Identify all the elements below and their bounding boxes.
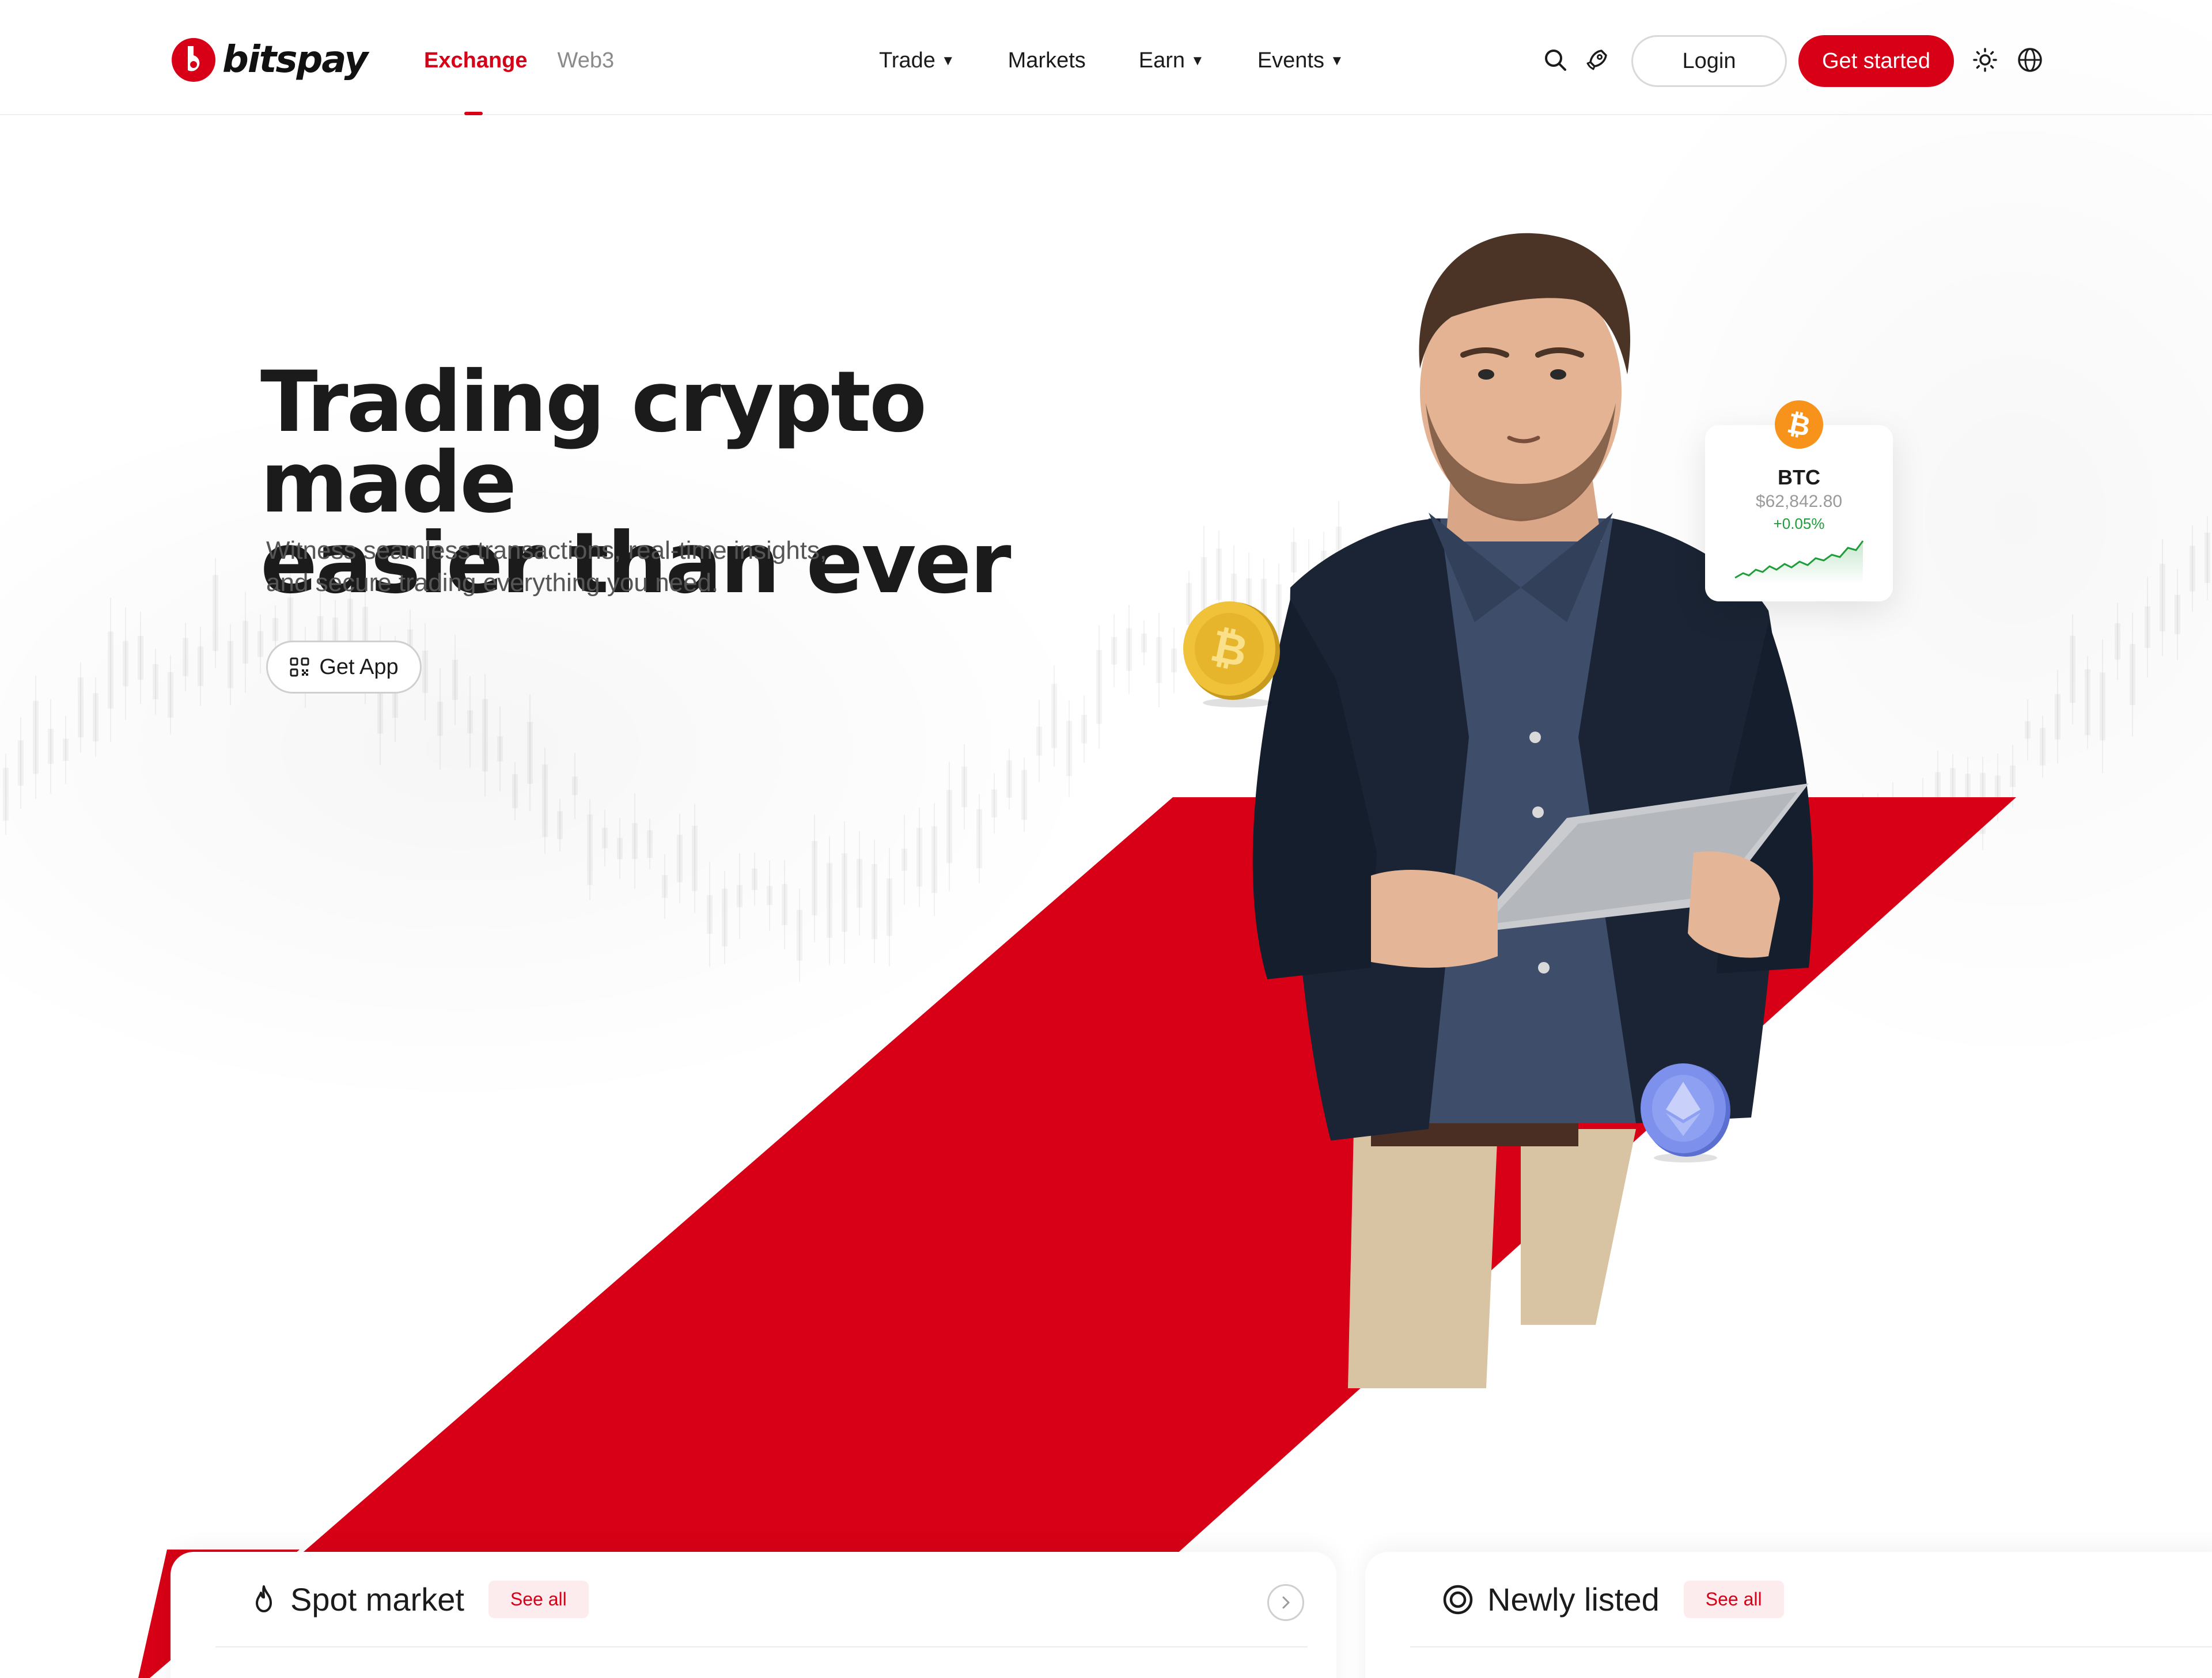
active-tab-indicator [464, 112, 483, 115]
brand-name: bitspay [222, 39, 368, 81]
get-app-label: Get App [319, 654, 399, 679]
chevron-down-icon: ▼ [1191, 52, 1205, 69]
menu-trade-label: Trade [879, 48, 935, 73]
bitspay-logo[interactable]: bitspay [171, 36, 368, 84]
bitcoin-coin-decoration: ₿ [1183, 601, 1280, 707]
ticker-change: +0.05% [1773, 515, 1825, 532]
ethereum-coin-decoration [1641, 1063, 1730, 1162]
menu-markets[interactable]: Markets [1008, 48, 1086, 73]
tab-exchange[interactable]: Exchange [424, 48, 528, 73]
rocket-icon[interactable] [1583, 46, 1611, 74]
chevron-down-icon: ▼ [941, 52, 955, 69]
next-arrow-button[interactable] [1267, 1584, 1304, 1621]
ticker-sparkline [1734, 540, 1864, 584]
hero-title-line-1: Trading crypto made [260, 353, 927, 532]
chevron-right-icon [1282, 1596, 1290, 1609]
spot-market-see-all-button[interactable]: See all [488, 1581, 589, 1618]
get-app-button[interactable]: Get App [266, 641, 422, 694]
qr-code-icon [290, 657, 309, 677]
exchange-web3-switch: Exchange Web3 [424, 48, 614, 73]
menu-earn[interactable]: Earn ▼ [1139, 48, 1205, 73]
btc-ticker-card[interactable]: ₿ BTC $62,842.80 +0.05% [1705, 400, 1893, 601]
bitcoin-icon: ₿ [1775, 400, 1823, 449]
search-icon[interactable] [1541, 46, 1569, 74]
ticker-price: $62,842.80 [1755, 492, 1843, 511]
spot-market-title: Spot market [290, 1581, 464, 1618]
page: bitspay Exchange Web3 Trade ▼ Markets Ea… [0, 0, 2212, 1678]
login-button[interactable]: Login [1631, 35, 1787, 87]
newly-listed-header: Newly listed See all [1442, 1581, 1784, 1618]
newly-listed-card: Newly listed See all [1365, 1552, 2212, 1678]
main-menu: Trade ▼ Markets Earn ▼ Events ▼ [879, 48, 1344, 73]
menu-markets-label: Markets [1007, 48, 1086, 73]
menu-events[interactable]: Events ▼ [1257, 48, 1344, 73]
spot-market-card: Spot market See all [171, 1552, 1336, 1678]
menu-trade[interactable]: Trade ▼ [879, 48, 955, 73]
ticker-symbol: BTC [1778, 465, 1820, 489]
get-started-button[interactable]: Get started [1798, 35, 1954, 87]
chevron-down-icon: ▼ [1330, 52, 1344, 69]
red-diagonal-band [138, 797, 2016, 1678]
menu-events-label: Events [1257, 48, 1324, 73]
target-icon [1443, 1585, 1473, 1614]
fire-icon [256, 1585, 272, 1612]
card-divider [1410, 1646, 2212, 1647]
spot-market-header: Spot market See all [251, 1581, 589, 1618]
hero-subtitle-line-2: and secure trading everything you need. [266, 569, 719, 597]
card-divider [215, 1646, 1308, 1647]
tab-web3[interactable]: Web3 [558, 48, 615, 73]
menu-earn-label: Earn [1138, 48, 1185, 73]
hero-subtitle: Witness seamless transactions, real-time… [266, 535, 957, 599]
newly-listed-title: Newly listed [1487, 1581, 1660, 1618]
bitspay-logo-mark [172, 38, 215, 82]
sun-icon[interactable] [1971, 46, 1999, 74]
newly-listed-see-all-button[interactable]: See all [1683, 1581, 1784, 1618]
top-navigation-bar: bitspay Exchange Web3 Trade ▼ Markets Ea… [0, 0, 2212, 115]
globe-icon[interactable] [2016, 46, 2044, 74]
hero-subtitle-line-1: Witness seamless transactions, real-time… [266, 536, 827, 565]
businessman-with-tablet-illustration [1252, 233, 1813, 1388]
